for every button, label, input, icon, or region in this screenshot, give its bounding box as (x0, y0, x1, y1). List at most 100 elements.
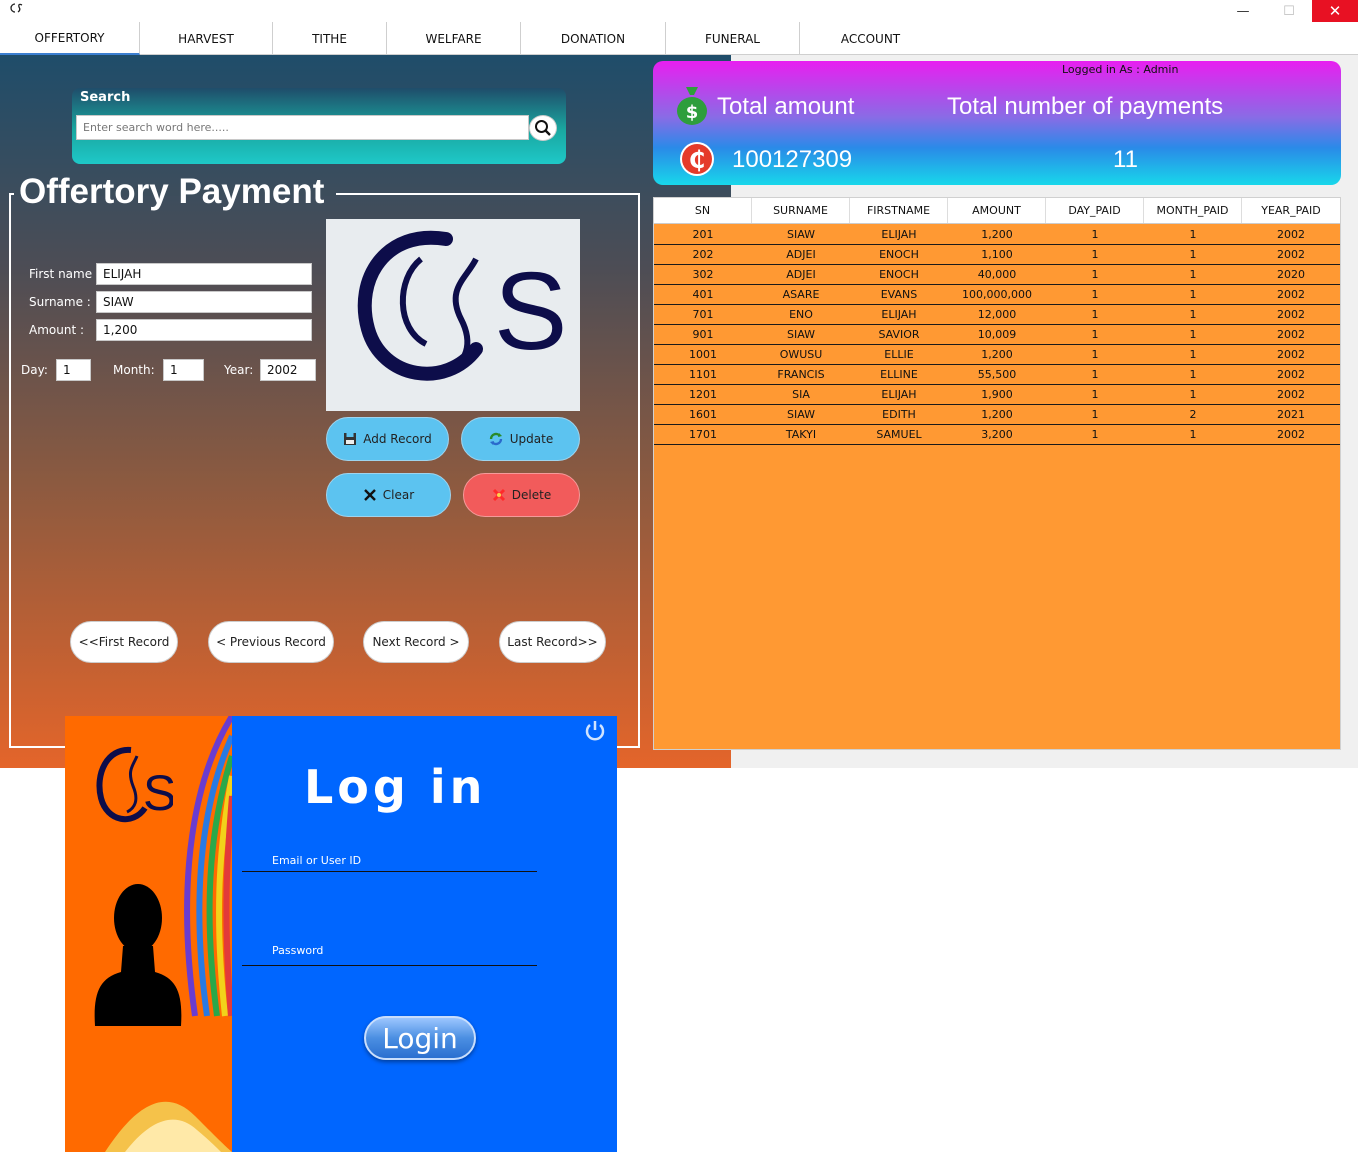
summary-card: Logged in As : Admin $ Total amount Tota… (653, 61, 1341, 185)
total-payments-label: Total number of payments (947, 93, 1224, 120)
table-cell: 1 (1189, 328, 1197, 341)
column-header-day-paid[interactable]: DAY_PAID (1046, 198, 1144, 223)
table-row[interactable]: 1201 SIA ELIJAH 1,900 1 1 2002 (654, 385, 1340, 405)
table-cell: 100,000,000 (962, 288, 1032, 301)
table-cell: 302 (692, 268, 714, 281)
clear-button[interactable]: Clear (326, 473, 451, 517)
last-record-button[interactable]: Last Record>> (499, 621, 606, 663)
maximize-button[interactable]: ☐ (1266, 0, 1312, 22)
month-field[interactable] (163, 359, 204, 381)
table-cell: 1 (1189, 388, 1197, 401)
amount-field[interactable] (96, 319, 312, 341)
table-row[interactable]: 302 ADJEI ENOCH 40,000 1 1 2020 (654, 265, 1340, 285)
table-cell: SIA (792, 388, 810, 401)
table-row[interactable]: 1001 OWUSU ELLIE 1,200 1 1 2002 (654, 345, 1340, 365)
close-button[interactable]: ✕ (1312, 0, 1358, 22)
delete-button[interactable]: Delete (463, 473, 580, 517)
year-field[interactable] (260, 359, 316, 381)
table-cell: SIAW (786, 408, 816, 421)
payments-table: SN SURNAME FIRSTNAME AMOUNT DAY_PAID MON… (653, 197, 1341, 750)
login-form-panel: Log in Email or User ID Password Login (232, 716, 617, 1152)
table-cell: 1 (1091, 328, 1099, 341)
password-field[interactable] (242, 965, 537, 966)
tab-harvest[interactable]: HARVEST (140, 22, 273, 55)
day-label: Day: (21, 363, 48, 377)
table-row[interactable]: 1701 TAKYI SAMUEL 3,200 1 1 2002 (654, 425, 1340, 445)
table-cell: 1 (1189, 268, 1197, 281)
tab-offertory[interactable]: OFFERTORY (0, 22, 140, 55)
update-button[interactable]: Update (461, 417, 580, 461)
year-label: Year: (224, 363, 254, 377)
update-label: Update (509, 432, 554, 446)
login-side-panel: S (65, 716, 232, 1152)
table-row[interactable]: 401 ASARE EVANS 100,000,000 1 1 2002 (654, 285, 1340, 305)
first-record-button[interactable]: <<First Record (70, 621, 178, 663)
firstname-field[interactable] (96, 263, 312, 285)
column-header-amount[interactable]: AMOUNT (948, 198, 1046, 223)
tab-welfare[interactable]: WELFARE (387, 22, 521, 55)
search-label: Search (80, 90, 131, 105)
table-cell: 1 (1189, 308, 1197, 321)
money-bag-icon: $ (677, 87, 707, 125)
table-cell: 1 (1189, 348, 1197, 361)
table-cell: ELIJAH (881, 308, 917, 321)
minimize-button[interactable]: — (1220, 0, 1266, 22)
table-cell: 1 (1091, 228, 1099, 241)
table-row[interactable]: 701 ENO ELIJAH 12,000 1 1 2002 (654, 305, 1340, 325)
column-header-firstname[interactable]: FIRSTNAME (850, 198, 948, 223)
login-button[interactable]: Login (364, 1016, 476, 1060)
table-cell: TAKYI (785, 428, 817, 441)
power-icon[interactable] (584, 719, 606, 741)
table-cell: 1 (1091, 388, 1099, 401)
table-cell: 1 (1189, 428, 1197, 441)
previous-record-button[interactable]: < Previous Record (208, 621, 334, 663)
email-field[interactable] (242, 871, 537, 872)
table-cell: 1 (1091, 268, 1099, 281)
table-cell: 1701 (689, 428, 717, 441)
wave-decoration (105, 1101, 232, 1152)
table-cell: ELIJAH (881, 388, 917, 401)
table-cell: 202 (692, 248, 714, 261)
column-header-surname[interactable]: SURNAME (752, 198, 850, 223)
day-field[interactable] (56, 359, 91, 381)
table-cell: ADJEI (786, 268, 816, 281)
tab-donation[interactable]: DONATION (521, 22, 666, 55)
table-cell: SAMUEL (876, 428, 922, 441)
search-button[interactable] (529, 115, 557, 141)
form-title: Offertory Payment (19, 172, 325, 211)
table-cell: 2021 (1277, 408, 1305, 421)
tab-account[interactable]: ACCOUNT (800, 22, 941, 55)
search-box: Search (72, 88, 566, 164)
tab-funeral[interactable]: FUNERAL (666, 22, 800, 55)
firstname-label: First name : (29, 267, 100, 281)
table-cell: 1,200 (981, 348, 1013, 361)
column-header-year-paid[interactable]: YEAR_PAID (1242, 198, 1340, 223)
add-record-button[interactable]: Add Record (326, 417, 449, 461)
table-cell: 2 (1189, 408, 1197, 421)
search-input[interactable] (76, 115, 529, 140)
table-row[interactable]: 201 SIAW ELIJAH 1,200 1 1 2002 (654, 225, 1340, 245)
next-record-button[interactable]: Next Record > (363, 621, 469, 663)
table-row[interactable]: 901 SIAW SAVIOR 10,009 1 1 2002 (654, 325, 1340, 345)
table-cell: 2002 (1277, 308, 1305, 321)
table-row[interactable]: 202 ADJEI ENOCH 1,100 1 1 2002 (654, 245, 1340, 265)
table-cell: ELIJAH (881, 228, 917, 241)
x-icon (363, 489, 376, 501)
surname-field[interactable] (96, 291, 312, 313)
table-cell: 701 (692, 308, 714, 321)
table-cell: 1 (1091, 248, 1099, 261)
column-header-sn[interactable]: SN (654, 198, 752, 223)
table-cell: FRANCIS (777, 368, 825, 381)
tab-tithe[interactable]: TITHE (273, 22, 387, 55)
church-logo: S (326, 219, 580, 411)
table-cell: 1,100 (981, 248, 1013, 261)
month-label: Month: (113, 363, 155, 377)
table-cell: 1 (1189, 248, 1197, 261)
user-silhouette-icon (94, 884, 182, 1026)
table-cell: 1,200 (981, 228, 1013, 241)
table-row[interactable]: 1601 SIAW EDITH 1,200 1 2 2021 (654, 405, 1340, 425)
table-cell: 2002 (1277, 328, 1305, 341)
table-cell: 201 (692, 228, 714, 241)
column-header-month-paid[interactable]: MONTH_PAID (1144, 198, 1242, 223)
table-row[interactable]: 1101 FRANCIS ELLINE 55,500 1 1 2002 (654, 365, 1340, 385)
